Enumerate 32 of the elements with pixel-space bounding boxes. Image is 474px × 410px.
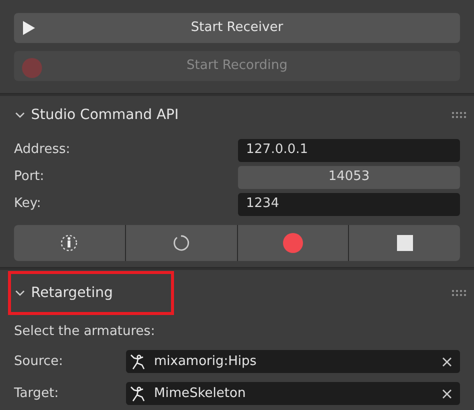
command-button[interactable]	[349, 225, 460, 261]
panel-header[interactable]: Studio Command API	[8, 93, 192, 137]
hint-text: Select the armatures:	[14, 323, 156, 341]
play-icon	[22, 20, 36, 36]
section-title: Retargeting	[31, 284, 113, 302]
drag-handle-icon[interactable]	[452, 290, 466, 296]
field-label: Key:	[14, 195, 42, 214]
receiver-button[interactable]: Start Receiver	[14, 13, 460, 43]
number-field[interactable]: 14053	[238, 166, 460, 188]
armature-icon	[130, 386, 146, 402]
field-label: Address:	[14, 141, 72, 160]
field-value: MimeSkeleton	[154, 384, 247, 403]
chevron-icon	[15, 289, 25, 297]
panel-header[interactable]: Retargeting	[8, 271, 174, 315]
refresh-icon	[172, 234, 190, 252]
field-value: mixamorig:Hips	[154, 352, 258, 371]
armature-icon	[130, 354, 146, 370]
chevron-icon	[15, 111, 25, 119]
close-icon[interactable]	[442, 388, 452, 398]
stop-icon	[396, 235, 413, 251]
field-label: Target:	[14, 384, 60, 403]
object-field[interactable]: mixamorig:Hips	[126, 350, 460, 373]
field-label: Port:	[14, 168, 46, 186]
close-icon[interactable]	[442, 356, 452, 366]
record-icon	[282, 233, 303, 253]
input-field[interactable]: 1234	[238, 192, 460, 216]
field-label: Source:	[14, 352, 64, 371]
record-icon	[22, 58, 42, 78]
input-field[interactable]: 127.0.0.1	[238, 138, 460, 162]
drag-handle-icon[interactable]	[452, 112, 466, 118]
section-title: Studio Command API	[31, 106, 179, 124]
object-field[interactable]: MimeSkeleton	[126, 382, 460, 405]
